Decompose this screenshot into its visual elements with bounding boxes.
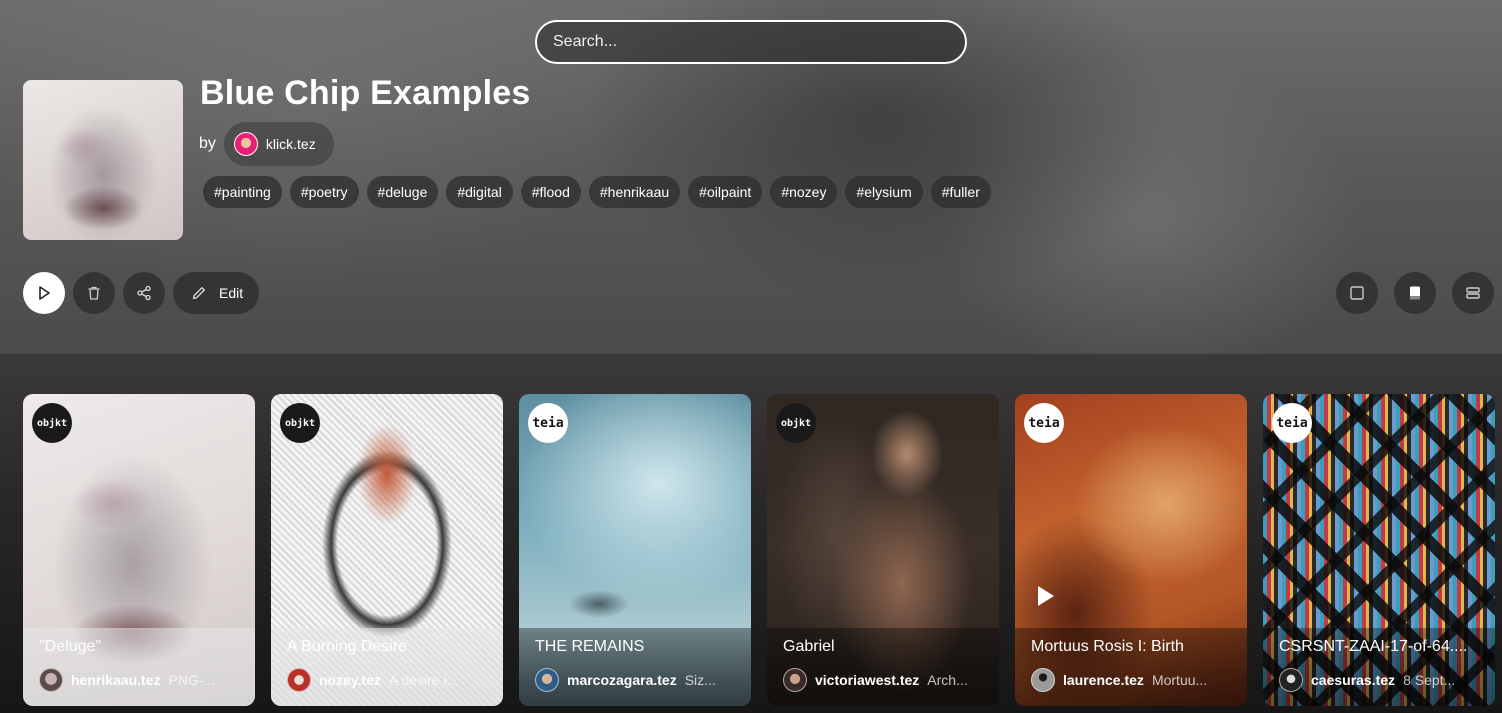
tag-chip[interactable]: #nozey <box>770 176 838 208</box>
card-description: PNG-... <box>168 672 216 688</box>
artwork-card[interactable]: teia Mortuus Rosis I: Birth laurence.tez… <box>1015 394 1247 706</box>
tag-list: #painting #poetry #deluge #digital #floo… <box>203 176 991 208</box>
card-creator[interactable]: victoriawest.tez <box>815 672 919 688</box>
card-description: Arch... <box>927 672 968 688</box>
artwork-card[interactable]: objkt Gabriel victoriawest.tez Arch... <box>767 394 999 706</box>
card-description: Siz... <box>684 672 716 688</box>
creator-row: by klick.tez <box>199 122 334 166</box>
collection-title: Blue Chip Examples <box>200 74 531 112</box>
share-button[interactable] <box>123 272 165 314</box>
card-meta: nozey.tez A desire i... <box>287 668 487 692</box>
card-footer: THE REMAINS marcozagara.tez Siz... <box>519 628 751 706</box>
card-meta: henrikaau.tez PNG-... <box>39 668 239 692</box>
creator-name: klick.tez <box>265 136 316 152</box>
delete-button[interactable] <box>73 272 115 314</box>
card-meta: marcozagara.tez Siz... <box>535 668 735 692</box>
card-description: A desire i... <box>388 672 459 688</box>
single-view-icon <box>1350 286 1364 300</box>
play-icon <box>39 286 50 300</box>
tag-chip[interactable]: #deluge <box>366 176 439 208</box>
tag-chip[interactable]: #henrikaau <box>588 176 681 208</box>
creator-avatar <box>1031 668 1055 692</box>
edit-button[interactable]: Edit <box>173 272 260 314</box>
card-title: Mortuus Rosis I: Birth <box>1031 638 1184 655</box>
card-title: THE REMAINS <box>535 638 645 655</box>
creator-avatar <box>39 668 63 692</box>
card-creator[interactable]: caesuras.tez <box>1311 672 1395 688</box>
creator-avatar <box>287 668 311 692</box>
objkt-badge: objkt <box>280 403 320 443</box>
tag-chip[interactable]: #flood <box>520 176 581 208</box>
artwork-card[interactable]: objkt A Burning Desire nozey.tez A desir… <box>271 394 503 706</box>
play-button[interactable] <box>23 272 65 314</box>
teia-badge: teia <box>1024 403 1064 443</box>
card-description: Mortuu... <box>1151 672 1208 688</box>
creator-avatar <box>233 132 258 156</box>
tag-chip[interactable]: #elysium <box>845 176 923 208</box>
tag-chip[interactable]: #poetry <box>289 176 359 208</box>
card-view-icon <box>1410 286 1420 300</box>
card-meta: victoriawest.tez Arch... <box>783 668 983 692</box>
tag-chip[interactable]: #oilpaint <box>688 176 763 208</box>
card-creator[interactable]: laurence.tez <box>1063 672 1144 688</box>
card-footer: CSRSNT-ZAAI-17-of-64.... caesuras.tez 8 … <box>1263 628 1495 706</box>
creator-avatar <box>1279 668 1303 692</box>
card-footer: Mortuus Rosis I: Birth laurence.tez Mort… <box>1015 628 1247 706</box>
card-view-button[interactable] <box>1394 272 1436 314</box>
card-title: Gabriel <box>783 638 835 655</box>
card-title: "Deluge" <box>39 638 102 655</box>
view-mode-toggle <box>1336 272 1494 314</box>
card-creator[interactable]: nozey.tez <box>319 672 381 688</box>
collection-cover-image <box>23 80 183 240</box>
card-footer: Gabriel victoriawest.tez Arch... <box>767 628 999 706</box>
tag-chip[interactable]: #painting <box>203 176 282 208</box>
artwork-card[interactable]: teia THE REMAINS marcozagara.tez Siz... <box>519 394 751 706</box>
creator-chip[interactable]: klick.tez <box>223 122 334 166</box>
teia-badge: teia <box>528 403 568 443</box>
card-creator[interactable]: henrikaau.tez <box>71 672 160 688</box>
edit-label: Edit <box>219 285 244 301</box>
video-play-icon[interactable] <box>1035 584 1057 613</box>
list-view-button[interactable] <box>1452 272 1494 314</box>
creator-avatar <box>535 668 559 692</box>
card-meta: caesuras.tez 8 Sept... <box>1279 668 1479 692</box>
card-creator[interactable]: marcozagara.tez <box>567 672 677 688</box>
single-view-button[interactable] <box>1336 272 1378 314</box>
search-input[interactable] <box>553 33 949 51</box>
tag-chip[interactable]: #digital <box>446 176 513 208</box>
objkt-badge: objkt <box>32 403 72 443</box>
trash-icon <box>88 286 100 300</box>
card-description: 8 Sept... <box>1403 672 1456 688</box>
artwork-grid: objkt "Deluge" henrikaau.tez PNG-... obj… <box>23 394 1495 706</box>
pencil-icon <box>192 287 205 300</box>
by-label: by <box>199 135 216 152</box>
card-footer: A Burning Desire nozey.tez A desire i... <box>271 628 503 706</box>
card-footer: "Deluge" henrikaau.tez PNG-... <box>23 628 255 706</box>
search-bar[interactable] <box>535 20 967 64</box>
teia-badge: teia <box>1272 403 1312 443</box>
objkt-badge: objkt <box>776 403 816 443</box>
share-icon <box>137 285 151 301</box>
artwork-card[interactable]: objkt "Deluge" henrikaau.tez PNG-... <box>23 394 255 706</box>
collection-actions: Edit <box>23 272 260 314</box>
card-meta: laurence.tez Mortuu... <box>1031 668 1231 692</box>
artwork-card[interactable]: teia CSRSNT-ZAAI-17-of-64.... caesuras.t… <box>1263 394 1495 706</box>
list-view-icon <box>1466 287 1480 299</box>
tag-chip[interactable]: #fuller <box>930 176 991 208</box>
creator-avatar <box>783 668 807 692</box>
card-title: A Burning Desire <box>287 638 408 655</box>
card-title: CSRSNT-ZAAI-17-of-64.... <box>1279 638 1468 655</box>
